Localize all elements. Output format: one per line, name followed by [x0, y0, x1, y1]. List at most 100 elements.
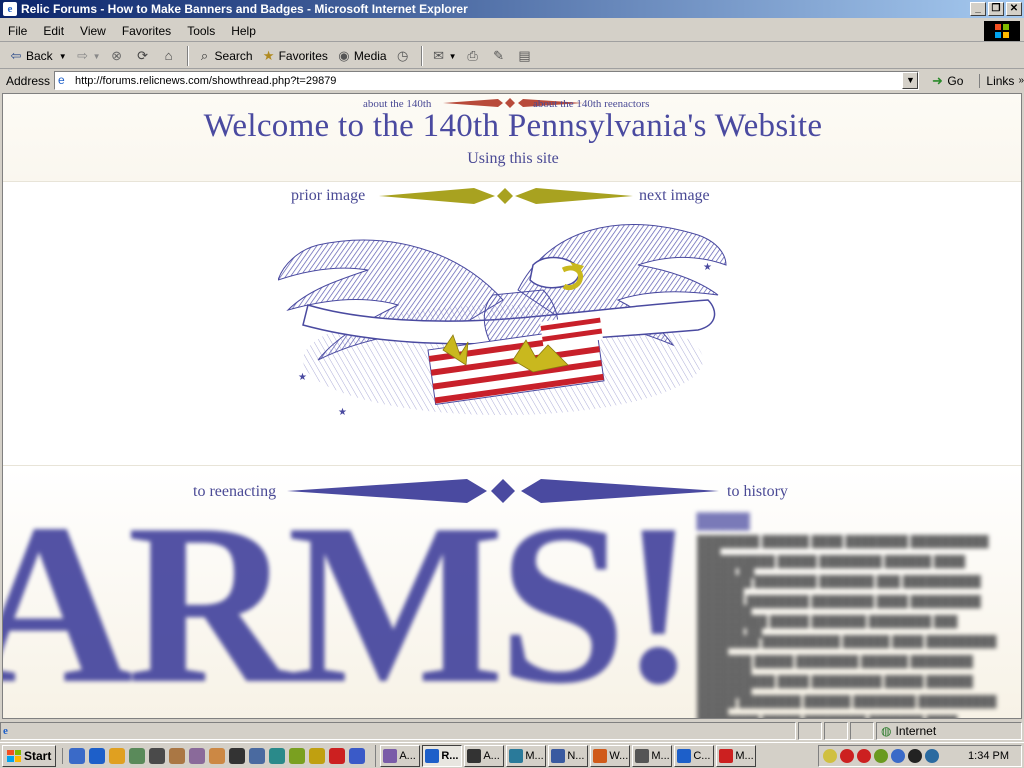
news-heading: ▇▇▇▇ [697, 511, 750, 530]
forward-button[interactable]: ⇨ ▼ [71, 45, 105, 67]
tray-app-icon[interactable] [874, 749, 888, 763]
back-label: Back [26, 49, 53, 63]
task-button[interactable]: A... [464, 744, 505, 767]
app-icon[interactable] [289, 747, 306, 764]
task-button-active[interactable]: R... [422, 744, 463, 767]
media-button[interactable]: ◉ Media [332, 45, 391, 67]
task-button[interactable]: W... [590, 744, 631, 767]
app-icon[interactable] [269, 747, 286, 764]
task-button[interactable]: M... [716, 744, 757, 767]
app-icon[interactable] [189, 747, 206, 764]
image-gallery: prior image next image ★ ★ ★ [3, 184, 1021, 466]
to-history-link[interactable]: to history [727, 483, 788, 501]
menu-view[interactable]: View [72, 24, 114, 38]
task-button[interactable]: N... [548, 744, 589, 767]
home-icon: ⌂ [164, 48, 173, 63]
tray-app-icon[interactable] [857, 749, 871, 763]
app-icon[interactable] [169, 747, 186, 764]
edit-button[interactable]: ✎ [487, 45, 513, 67]
close-button[interactable]: ✕ [1006, 2, 1022, 16]
status-text-cell: e [0, 722, 796, 740]
mail-dropdown-icon[interactable]: ▼ [449, 52, 457, 61]
show-desktop-icon[interactable] [69, 747, 86, 764]
menu-tools[interactable]: Tools [179, 24, 223, 38]
task-button[interactable]: A... [380, 744, 421, 767]
search-button[interactable]: ⌕ Search [193, 45, 257, 67]
go-label: Go [947, 73, 964, 88]
links-expand-icon[interactable]: » [1018, 75, 1024, 86]
menu-help[interactable]: Help [223, 24, 264, 38]
menu-bar: File Edit View Favorites Tools Help [0, 20, 1024, 42]
address-input[interactable]: e http://forums.relicnews.com/showthread… [54, 71, 920, 90]
taskbar: Start A... R... A... M... N... W... M...… [0, 742, 1024, 768]
back-dropdown-icon[interactable]: ▼ [59, 52, 67, 61]
next-image-link[interactable]: next image [639, 187, 710, 205]
menu-file[interactable]: File [0, 24, 35, 38]
app-icon[interactable] [329, 747, 346, 764]
volume-icon[interactable] [823, 749, 837, 763]
title-bar: e Relic Forums - How to Make Banners and… [0, 0, 1024, 18]
app-icon[interactable] [349, 747, 366, 764]
site-header: about the 140th about the 140th reenacto… [3, 94, 1021, 182]
forward-dropdown-icon[interactable]: ▼ [93, 52, 101, 61]
discuss-button[interactable]: ▤ [513, 45, 539, 67]
tray-app-icon[interactable] [925, 749, 939, 763]
mail-button[interactable]: ✉ ▼ [427, 45, 461, 67]
ie-icon: e [3, 2, 17, 16]
maximize-button[interactable]: ❐ [988, 2, 1004, 16]
print-icon: ⎙ [467, 48, 478, 63]
address-url: http://forums.relicnews.com/showthread.p… [75, 74, 337, 87]
task-button[interactable]: M... [632, 744, 673, 767]
tray-app-icon[interactable] [891, 749, 905, 763]
arms-banner: ARMS! [2, 476, 697, 719]
app-icon[interactable] [229, 747, 246, 764]
app-icon[interactable] [149, 747, 166, 764]
quick-launch [62, 747, 367, 764]
stop-icon: ⊗ [111, 48, 122, 63]
minimize-button[interactable]: _ [970, 2, 986, 16]
tray-app-icon[interactable] [840, 749, 854, 763]
app-icon[interactable] [209, 747, 226, 764]
forward-arrow-icon: ⇨ [77, 48, 89, 63]
window-title: Relic Forums - How to Make Banners and B… [21, 2, 468, 16]
history-button[interactable]: ◷ [391, 45, 417, 67]
stop-button[interactable]: ⊗ [105, 45, 131, 67]
using-this-site-link[interactable]: Using this site [3, 150, 1021, 168]
media-icon: ◉ [338, 48, 350, 63]
status-bar: e ◍ Internet [0, 721, 1024, 741]
favorites-icon: ★ [262, 48, 275, 63]
refresh-icon: ⟳ [137, 48, 148, 63]
print-button[interactable]: ⎙ [461, 45, 487, 67]
tray-app-icon[interactable] [908, 749, 922, 763]
globe-icon: ◍ [881, 724, 892, 738]
back-button[interactable]: ⇦ Back ▼ [4, 45, 71, 67]
ie-launch-icon[interactable] [89, 747, 106, 764]
go-button[interactable]: ➜ Go [929, 73, 963, 89]
toolbar-separator [186, 46, 189, 66]
news-body-text: ████████ ██████ ████ ████████ ██████████… [697, 536, 997, 719]
menu-favorites[interactable]: Favorites [114, 24, 179, 38]
app-icon[interactable] [129, 747, 146, 764]
address-label: Address [6, 73, 51, 88]
task-button[interactable]: C... [674, 744, 715, 767]
task-button[interactable]: M... [506, 744, 547, 767]
app-icon[interactable] [249, 747, 266, 764]
prior-image-link[interactable]: prior image [291, 187, 365, 205]
links-button[interactable]: Links [979, 73, 1014, 88]
media-label: Media [353, 49, 387, 63]
status-cell [798, 722, 822, 740]
home-button[interactable]: ⌂ [157, 45, 183, 67]
address-dropdown-icon[interactable]: ▼ [902, 72, 919, 89]
favorites-button[interactable]: ★ Favorites [257, 45, 332, 67]
menu-edit[interactable]: Edit [35, 24, 72, 38]
outlook-icon[interactable] [109, 747, 126, 764]
start-label: Start [24, 748, 52, 763]
svg-text:★: ★ [338, 407, 347, 418]
start-button[interactable]: Start [2, 744, 57, 767]
svg-text:★: ★ [703, 262, 712, 273]
page-viewport: about the 140th about the 140th reenacto… [2, 93, 1022, 719]
done-page-icon: e [3, 725, 8, 737]
app-icon[interactable] [309, 747, 326, 764]
refresh-button[interactable]: ⟳ [131, 45, 157, 67]
security-zone: ◍ Internet [876, 722, 1022, 740]
